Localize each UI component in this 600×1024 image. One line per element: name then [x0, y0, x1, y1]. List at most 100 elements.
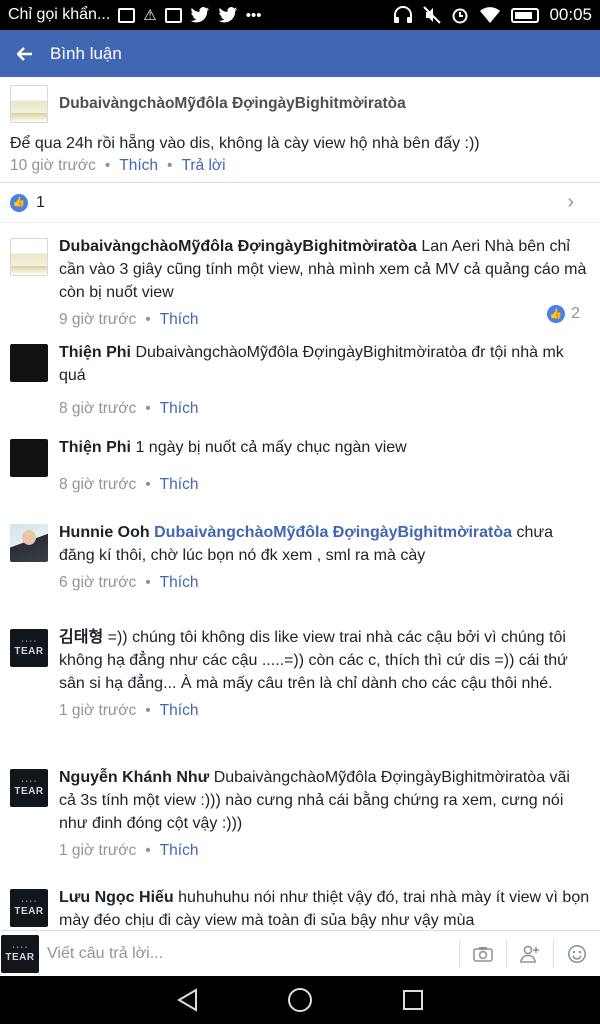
like-link[interactable]: Thích [160, 571, 199, 594]
smiley-icon [568, 944, 586, 963]
usb-icon [118, 7, 136, 23]
reply-author[interactable]: Nguyễn Khánh Như [59, 769, 209, 786]
avatar-dots: • • • • [21, 899, 37, 905]
reply-author[interactable]: Hunnie Ooh [59, 524, 150, 541]
reply-body: Nguyễn Khánh Như DubaivàngchàoMỹđôla Đợi… [59, 766, 590, 876]
comment-text: Để qua 24h rồi hẵng vào dis, không là cà… [10, 135, 480, 152]
reply-composer: • • • • TEAR [0, 930, 600, 976]
nav-home-button[interactable] [280, 980, 320, 1020]
sticker-button[interactable] [554, 931, 600, 977]
reply-meta: 8 giờ trước • Thích [59, 473, 590, 496]
status-bar-right: 00:05 [393, 5, 592, 25]
page-title: Bình luận [50, 43, 122, 63]
meta-separator: • [145, 574, 151, 591]
like-link[interactable]: Thích [119, 157, 158, 175]
avatar-label: TEAR [14, 906, 44, 917]
headset-icon [394, 6, 413, 23]
comment-author[interactable]: DubaivàngchàoMỹđôla ĐợingàyBighitmờiratò… [59, 95, 406, 113]
clock: 00:05 [549, 5, 592, 24]
reply-text: 1 ngày bị nuốt cả mấy chục ngàn view [135, 439, 407, 456]
reply-author[interactable]: DubaivàngchàoMỹđôla ĐợingàyBighitmờiratò… [59, 238, 417, 255]
reply-author[interactable]: Thiện Phi [59, 344, 131, 361]
nav-back-button[interactable] [167, 980, 207, 1020]
avatar[interactable]: • • • • TEAR [10, 769, 48, 807]
reply-time: 6 giờ trước [59, 574, 137, 591]
reply-item: • • • • TEAR Lưu Ngọc Hiếu huhuhuhu nói … [0, 886, 600, 930]
avatar-label: TEAR [14, 646, 44, 657]
reply-link[interactable]: Trả lời [181, 157, 225, 175]
comment-thread[interactable]: DubaivàngchàoMỹđôla ĐợingàyBighitmờiratò… [0, 77, 600, 930]
like-link[interactable]: Thích [160, 839, 199, 862]
like-link[interactable]: Thích [160, 308, 199, 331]
avatar[interactable] [10, 524, 48, 562]
meta-separator: • [104, 157, 111, 174]
nav-recents-button[interactable] [393, 980, 433, 1020]
app-bar: Bình luận [0, 30, 600, 77]
reply-text: =)) chúng tôi không dis like view trai n… [59, 629, 568, 692]
chevron-right-icon[interactable]: › [567, 191, 574, 214]
reply-time: 1 giờ trước [59, 702, 137, 719]
reply-item: Thiện Phi DubaivàngchàoMỹđôla ĐợingàyBig… [0, 341, 600, 425]
meta-separator: • [145, 476, 151, 493]
original-comment: DubaivàngchàoMỹđôla ĐợingàyBighitmờiratò… [0, 77, 600, 183]
camera-icon [473, 946, 493, 962]
reply-author[interactable]: Lưu Ngọc Hiếu [59, 889, 174, 906]
reply-time: 8 giờ trước [59, 476, 137, 493]
like-link[interactable]: Thích [160, 473, 199, 496]
avatar: • • • • TEAR [1, 934, 39, 973]
reply-item: • • • • TEAR Nguyễn Khánh Như Dubaivàngc… [0, 766, 600, 876]
reply-meta: 8 giờ trước • Thích [59, 397, 590, 420]
circle-home-icon [287, 988, 312, 1012]
like-link[interactable]: Thích [160, 699, 199, 722]
avatar-label: TEAR [5, 951, 35, 963]
reply-time: 9 giờ trước [59, 311, 137, 328]
wifi-icon [480, 7, 501, 23]
avatar[interactable]: • • • • TEAR [10, 629, 48, 667]
mentioned-user[interactable]: DubaivàngchàoMỹđôla ĐợingàyBighitmờiratò… [154, 524, 512, 541]
notification-text: Chỉ gọi khẩn... [8, 6, 111, 23]
back-button[interactable] [0, 30, 50, 77]
meta-separator: • [145, 311, 151, 328]
reply-item: DubaivàngchàoMỹđôla ĐợingàyBighitmờiratò… [0, 235, 600, 328]
reply-body: Hunnie Ooh DubaivàngchàoMỹđôla ĐợingàyBi… [59, 521, 590, 617]
avatar-dots: • • • • [21, 779, 37, 785]
twitter-icon [218, 7, 237, 23]
tag-friend-button[interactable] [507, 931, 553, 977]
camera-button[interactable] [460, 931, 506, 977]
likes-bar[interactable]: 👍 1 › [0, 183, 600, 223]
avatar[interactable] [10, 238, 48, 276]
meta-separator: • [167, 157, 173, 174]
reply-body: Thiện Phi DubaivàngchàoMỹđôla ĐợingàyBig… [59, 341, 590, 425]
reply-like-count[interactable]: 👍 2 [547, 305, 580, 323]
reply-item: Hunnie Ooh DubaivàngchàoMỹđôla ĐợingàyBi… [0, 521, 600, 617]
battery-icon [511, 7, 540, 23]
avatar-dots: • • • • [12, 944, 28, 951]
reply-meta: 1 giờ trước • Thích [59, 839, 590, 862]
meta-separator: • [145, 702, 151, 719]
reply-likes-value: 2 [571, 305, 580, 322]
warning-icon: ⚠ [143, 6, 157, 24]
reply-item: • • • • TEAR 김태형 =)) chúng tôi không dis… [0, 626, 600, 760]
avatar-label: TEAR [14, 786, 44, 797]
back-arrow-icon [17, 46, 32, 61]
add-person-icon [520, 945, 539, 963]
avatar[interactable] [10, 439, 48, 477]
reply-text: DubaivàngchàoMỹđôla ĐợingàyBighitmờiratò… [59, 344, 564, 384]
avatar[interactable] [10, 85, 48, 123]
avatar[interactable]: • • • • TEAR [10, 889, 48, 927]
avatar-dots: • • • • [21, 639, 37, 645]
status-bar-left: Chỉ gọi khẩn... ⚠ ••• [8, 6, 393, 24]
reply-time: 1 giờ trước [59, 842, 137, 859]
reply-input[interactable] [47, 944, 459, 963]
alarm-icon [452, 8, 468, 24]
mute-icon [423, 6, 442, 24]
reply-author[interactable]: Thiện Phi [59, 439, 131, 456]
like-link[interactable]: Thích [160, 397, 199, 420]
avatar[interactable] [10, 344, 48, 382]
meta-separator: • [145, 400, 151, 417]
reply-author[interactable]: 김태형 [59, 629, 103, 646]
reply-meta: 6 giờ trước • Thích [59, 571, 590, 594]
twitter-icon [190, 7, 209, 23]
reply-meta: 9 giờ trước • Thích [59, 308, 590, 331]
more-dots-icon: ••• [245, 6, 262, 24]
